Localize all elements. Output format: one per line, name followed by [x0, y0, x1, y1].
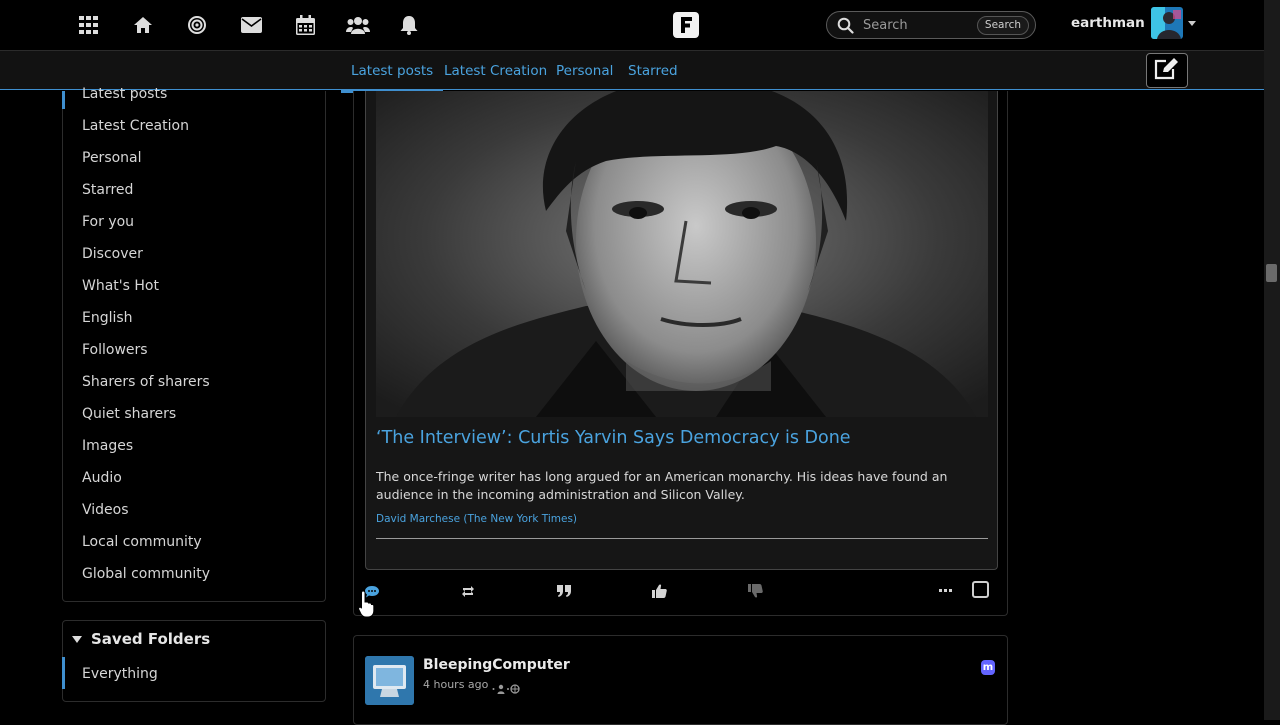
author-name[interactable]: BleepingComputer [423, 657, 570, 673]
saved-folders-heading[interactable]: Saved Folders [91, 630, 210, 648]
quote-icon[interactable] [556, 584, 572, 598]
active-indicator [62, 657, 65, 689]
sidebar-item-starred[interactable]: Starred [82, 182, 133, 198]
sidebar-item-whats-hot[interactable]: What's Hot [82, 278, 159, 294]
tab-latest-creation[interactable]: Latest Creation [444, 63, 547, 79]
post-card: ‘The Interview’: Curtis Yarvin Says Demo… [353, 91, 1008, 616]
dislike-icon[interactable] [747, 584, 763, 598]
hand-pointer-cursor-icon [358, 590, 375, 622]
sub-navigation-bar: Latest posts Latest Creation Personal St… [0, 50, 1264, 93]
mail-icon[interactable] [239, 12, 263, 38]
link-title[interactable]: ‘The Interview’: Curtis Yarvin Says Demo… [376, 428, 851, 448]
home-icon[interactable] [131, 12, 155, 38]
visibility-icons [492, 679, 520, 698]
select-post-checkbox[interactable] [972, 581, 989, 598]
post-time[interactable]: 4 hours ago [423, 678, 488, 691]
collapse-triangle-icon[interactable] [72, 636, 82, 643]
search-input[interactable] [863, 16, 973, 34]
sidebar-item-for-you[interactable]: For you [82, 214, 134, 230]
group-icon[interactable] [346, 12, 370, 38]
tab-starred[interactable]: Starred [628, 63, 678, 79]
like-icon[interactable] [651, 584, 667, 598]
reshare-icon[interactable] [460, 584, 476, 598]
post-card: BleepingComputer 4 hours ago m [353, 635, 1008, 725]
sidebar-item-images[interactable]: Images [82, 438, 133, 454]
sidebar-item-sharers-of-sharers[interactable]: Sharers of sharers [82, 374, 210, 390]
sidebar-item-quiet-sharers[interactable]: Quiet sharers [82, 406, 176, 422]
compose-button[interactable] [1146, 53, 1188, 88]
link-author[interactable]: David Marchese (The New York Times) [376, 513, 577, 525]
pencil-square-icon [1154, 57, 1180, 85]
folder-item-everything[interactable]: Everything [82, 666, 158, 682]
search-icon [837, 17, 854, 38]
apps-grid-icon[interactable] [77, 12, 101, 38]
calendar-icon[interactable] [293, 12, 317, 38]
page-scrollbar[interactable] [1264, 0, 1280, 720]
username-label[interactable]: earthman [1071, 15, 1145, 31]
user-avatar[interactable] [1151, 7, 1183, 39]
sidebar-item-videos[interactable]: Videos [82, 502, 129, 518]
sidebar-feeds-panel: Latest posts Latest Creation Personal St… [62, 86, 326, 602]
sidebar-item-local-community[interactable]: Local community [82, 534, 202, 550]
top-navigation-bar: Search earthman [0, 0, 1264, 50]
more-icon[interactable] [938, 584, 954, 598]
search-button[interactable]: Search [976, 16, 1029, 35]
sidebar-item-followers[interactable]: Followers [82, 342, 148, 358]
sidebar-item-latest-posts[interactable]: Latest posts [82, 86, 167, 102]
link-preview-card[interactable]: ‘The Interview’: Curtis Yarvin Says Demo… [365, 91, 998, 570]
tab-personal[interactable]: Personal [556, 63, 613, 79]
friendica-logo-icon[interactable] [673, 12, 699, 38]
sidebar-item-audio[interactable]: Audio [82, 470, 122, 486]
bell-icon[interactable] [397, 12, 421, 38]
user-menu-caret-icon[interactable] [1188, 21, 1196, 26]
sidebar-item-latest-creation[interactable]: Latest Creation [82, 118, 189, 134]
author-avatar[interactable] [365, 656, 414, 705]
link-preview-image[interactable] [376, 91, 988, 417]
saved-folders-panel: Saved Folders Everything [62, 620, 326, 702]
mastodon-icon[interactable]: m [981, 660, 995, 675]
sidebar-item-english[interactable]: English [82, 310, 133, 326]
sidebar-item-global-community[interactable]: Global community [82, 566, 210, 582]
sidebar-item-discover[interactable]: Discover [82, 246, 143, 262]
target-icon[interactable] [185, 12, 209, 38]
sidebar-item-personal[interactable]: Personal [82, 150, 142, 166]
divider [376, 538, 988, 539]
scrollbar-thumb[interactable] [1266, 264, 1277, 282]
tab-latest-posts[interactable]: Latest posts [340, 63, 444, 93]
link-description: The once-fringe writer has long argued f… [376, 469, 948, 502]
active-indicator [62, 91, 65, 109]
search-box: Search [826, 11, 1036, 39]
